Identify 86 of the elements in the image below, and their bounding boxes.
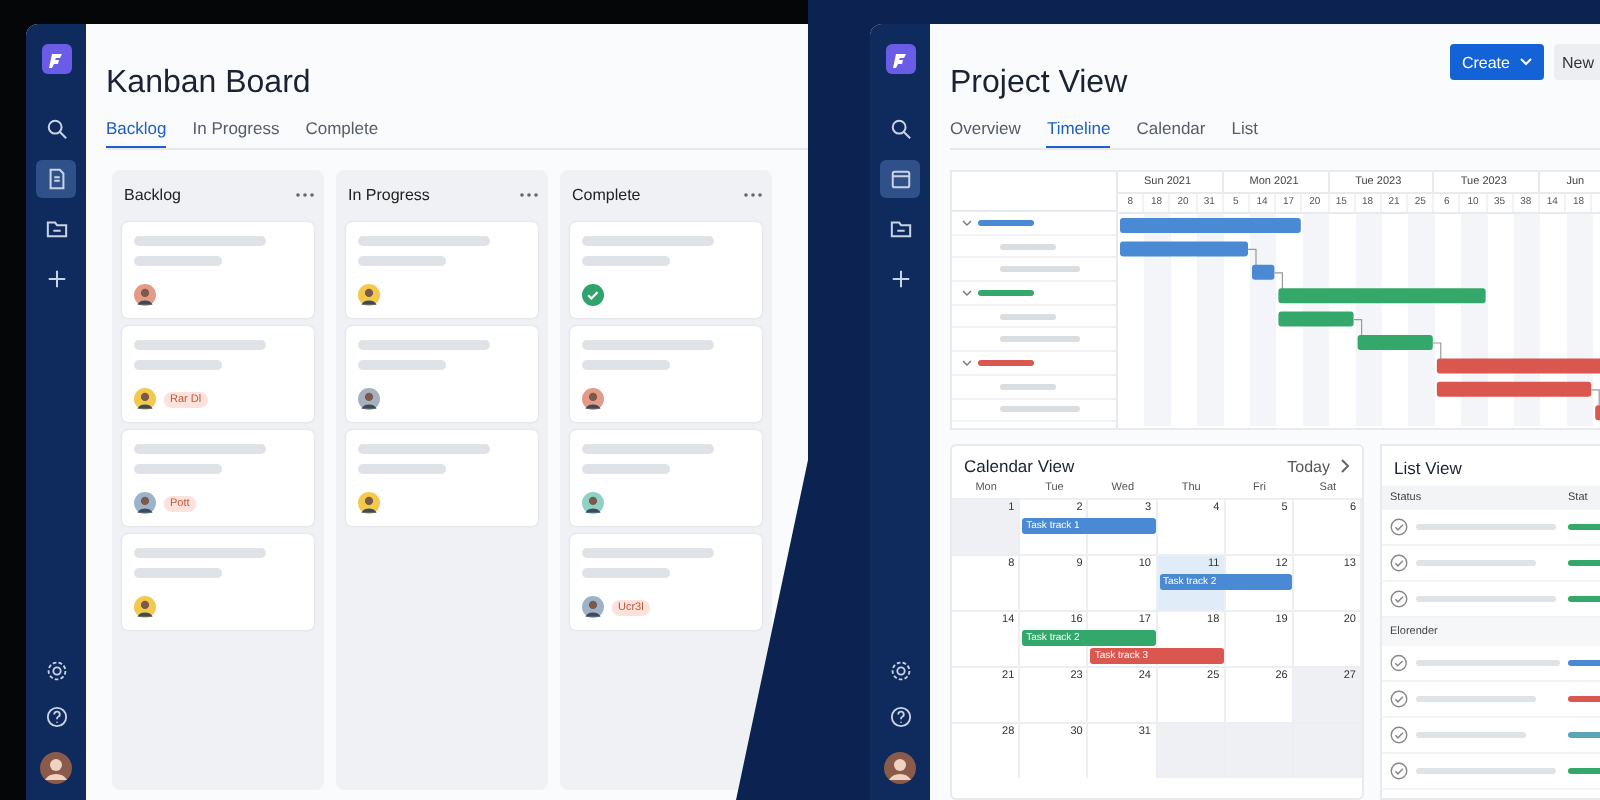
skeleton-line [582, 548, 714, 558]
chevron-icon[interactable] [962, 289, 972, 296]
skeleton-line [358, 340, 490, 350]
skeleton-line [134, 256, 222, 266]
skeleton-line [358, 444, 490, 454]
check-circle-icon[interactable] [1390, 654, 1408, 672]
avatar[interactable] [40, 752, 72, 784]
check-circle-icon[interactable] [1390, 554, 1408, 572]
more-icon[interactable] [744, 191, 762, 197]
gantt-bar[interactable] [1278, 311, 1354, 327]
skeleton-line [582, 236, 714, 246]
skeleton-line [1416, 732, 1526, 738]
skeleton-line [134, 444, 266, 454]
new-button[interactable]: New [1553, 44, 1600, 80]
more-icon[interactable] [296, 191, 314, 197]
page-title: Project View [950, 64, 1130, 104]
skeleton-line [1000, 406, 1080, 413]
column-title: In Progress [348, 185, 430, 203]
calendar-icon[interactable] [880, 160, 920, 198]
logo-icon[interactable] [41, 44, 71, 74]
gantt-bar[interactable] [1436, 358, 1600, 374]
skeleton-line [134, 340, 266, 350]
task-card[interactable] [122, 222, 314, 318]
logo-icon[interactable] [885, 44, 915, 74]
skeleton-line [582, 568, 670, 578]
skeleton-line [134, 548, 266, 558]
check-circle-icon[interactable] [1390, 518, 1408, 536]
tab[interactable]: Timeline [1046, 114, 1111, 148]
skeleton-line [582, 340, 714, 350]
help-icon[interactable] [889, 706, 911, 728]
check-circle-icon[interactable] [1390, 590, 1408, 608]
skeleton-line [1416, 696, 1536, 702]
document-icon[interactable] [36, 160, 76, 198]
gantt-bar[interactable] [1595, 405, 1600, 421]
check-circle-icon[interactable] [1390, 690, 1408, 708]
skeleton-line [358, 360, 446, 370]
task-card[interactable] [346, 326, 538, 422]
skeleton-line [1416, 596, 1556, 602]
skeleton-line [134, 236, 266, 246]
skeleton-line [1000, 313, 1056, 320]
settings-icon[interactable] [45, 660, 67, 682]
task-card[interactable] [570, 326, 762, 422]
skeleton-line [582, 464, 670, 474]
tab[interactable]: In Progress [192, 114, 280, 148]
help-icon[interactable] [45, 706, 67, 728]
gantt-bar[interactable] [1436, 381, 1592, 397]
skeleton-line [358, 256, 446, 266]
next-icon[interactable] [1340, 458, 1350, 474]
panel-title: Calendar View [964, 456, 1077, 476]
page-title: Kanban Board [106, 64, 313, 104]
settings-icon[interactable] [889, 660, 911, 682]
skeleton-line [358, 464, 446, 474]
gantt-bar[interactable] [1120, 241, 1248, 257]
skeleton-line [134, 568, 222, 578]
tab[interactable]: Complete [305, 114, 379, 148]
chevron-icon[interactable] [962, 359, 972, 366]
caret-icon [1519, 58, 1532, 66]
skeleton-line [1416, 524, 1556, 530]
skeleton-line [1000, 266, 1080, 273]
tab[interactable]: Backlog [106, 114, 167, 148]
skeleton-line [1416, 768, 1556, 774]
skeleton-line [582, 256, 670, 266]
tab[interactable]: List [1231, 114, 1258, 148]
gantt-bar[interactable] [1278, 288, 1486, 304]
skeleton-line [134, 360, 222, 370]
avatar[interactable] [884, 752, 916, 784]
gantt-bar[interactable] [1252, 264, 1275, 280]
skeleton-line [582, 444, 714, 454]
panel-title: List View [1392, 456, 1464, 482]
more-icon[interactable] [520, 191, 538, 197]
skeleton-line [134, 464, 222, 474]
tab[interactable]: Overview [950, 114, 1021, 148]
check-circle-icon[interactable] [1390, 726, 1408, 744]
chevron-icon[interactable] [962, 219, 972, 226]
today-button[interactable]: Today [1287, 457, 1330, 475]
column-title: Complete [572, 185, 641, 203]
skeleton-line [1000, 243, 1056, 250]
skeleton-line [1000, 383, 1056, 390]
column-title: Backlog [124, 185, 181, 203]
skeleton-line [582, 360, 670, 370]
skeleton-line [1000, 336, 1080, 343]
tab[interactable]: Calendar [1136, 114, 1206, 148]
create-button[interactable]: Create [1449, 44, 1544, 80]
skeleton-line [358, 236, 490, 246]
check-circle-icon[interactable] [1390, 762, 1408, 780]
skeleton-line [1416, 560, 1536, 566]
